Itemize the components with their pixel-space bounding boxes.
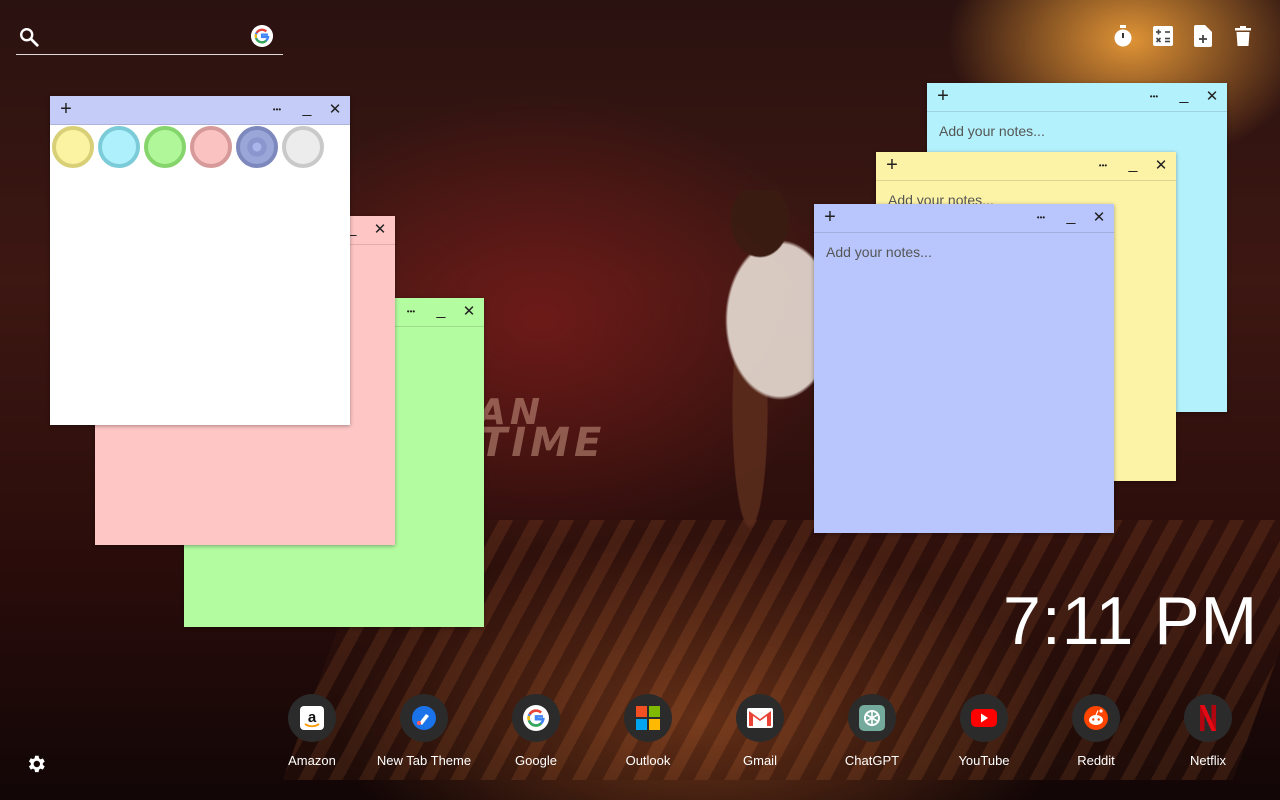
more-icon[interactable]: ••• bbox=[402, 302, 420, 320]
new-tab-theme-icon bbox=[400, 694, 448, 742]
shortcut-gmail[interactable]: Gmail bbox=[704, 694, 816, 768]
minimize-icon[interactable]: _ bbox=[1177, 87, 1191, 105]
stopwatch-icon[interactable] bbox=[1111, 24, 1134, 47]
note-add-icon[interactable] bbox=[1191, 24, 1214, 47]
shortcut-dock: a Amazon New Tab Theme Google Outlook Gm… bbox=[256, 694, 1264, 768]
minimize-icon[interactable]: _ bbox=[1064, 208, 1078, 226]
shortcut-reddit[interactable]: Reddit bbox=[1040, 694, 1152, 768]
gmail-icon bbox=[736, 694, 784, 742]
more-icon[interactable]: ••• bbox=[1094, 156, 1112, 174]
search-icon[interactable] bbox=[18, 26, 40, 48]
color-swatch-green[interactable] bbox=[144, 126, 186, 168]
shortcut-youtube[interactable]: YouTube bbox=[928, 694, 1040, 768]
shortcut-google[interactable]: Google bbox=[480, 694, 592, 768]
shortcut-label: Gmail bbox=[743, 753, 777, 768]
note-toolbar: + ••• _ ✕ bbox=[50, 96, 350, 125]
note-toolbar: + ••• _ ✕ bbox=[876, 152, 1176, 181]
shortcut-outlook[interactable]: Outlook bbox=[592, 694, 704, 768]
color-swatch-pink[interactable] bbox=[190, 126, 232, 168]
toolbar bbox=[1111, 24, 1254, 47]
color-swatch-cyan[interactable] bbox=[98, 126, 140, 168]
note-textarea[interactable] bbox=[824, 242, 1104, 523]
svg-text:a: a bbox=[308, 709, 317, 726]
shortcut-label: New Tab Theme bbox=[376, 753, 472, 768]
shortcut-label: Google bbox=[515, 753, 557, 768]
chatgpt-icon bbox=[848, 694, 896, 742]
shortcut-label: ChatGPT bbox=[844, 753, 900, 768]
close-icon[interactable]: ✕ bbox=[1205, 87, 1219, 105]
note-blue[interactable]: + ••• _ ✕ bbox=[814, 204, 1114, 533]
color-swatch-blue[interactable] bbox=[236, 126, 278, 168]
search-input[interactable] bbox=[52, 24, 246, 52]
note-white[interactable]: + ••• _ ✕ bbox=[50, 96, 350, 425]
minimize-icon[interactable]: _ bbox=[300, 100, 314, 118]
add-note-icon[interactable]: + bbox=[882, 154, 902, 176]
add-note-icon[interactable]: + bbox=[56, 98, 76, 120]
youtube-icon bbox=[960, 694, 1008, 742]
note-toolbar: + ••• _ ✕ bbox=[814, 204, 1114, 233]
color-swatch-gray[interactable] bbox=[282, 126, 324, 168]
close-icon[interactable]: ✕ bbox=[328, 100, 342, 118]
search-bar bbox=[16, 20, 283, 55]
more-icon[interactable]: ••• bbox=[1032, 208, 1050, 226]
gear-icon[interactable] bbox=[25, 753, 47, 775]
shortcut-label: Amazon bbox=[288, 753, 336, 768]
shortcut-label: Outlook bbox=[625, 753, 671, 768]
shortcut-netflix[interactable]: Netflix bbox=[1152, 694, 1264, 768]
background-text-line2: TIME bbox=[480, 420, 606, 466]
shortcut-chatgpt[interactable]: ChatGPT bbox=[816, 694, 928, 768]
minimize-icon[interactable]: _ bbox=[1126, 156, 1140, 174]
calculator-icon[interactable] bbox=[1151, 24, 1174, 47]
close-icon[interactable]: ✕ bbox=[462, 302, 476, 320]
clock: 7:11 PM bbox=[1003, 583, 1259, 659]
close-icon[interactable]: ✕ bbox=[373, 220, 387, 238]
shortcut-label: Reddit bbox=[1077, 753, 1115, 768]
trash-icon[interactable] bbox=[1231, 24, 1254, 47]
close-icon[interactable]: ✕ bbox=[1154, 156, 1168, 174]
shortcut-amazon[interactable]: a Amazon bbox=[256, 694, 368, 768]
shortcut-label: YouTube bbox=[958, 753, 1010, 768]
microsoft-icon bbox=[624, 694, 672, 742]
add-note-icon[interactable]: + bbox=[820, 206, 840, 228]
color-swatch-yellow[interactable] bbox=[52, 126, 94, 168]
add-note-icon[interactable]: + bbox=[933, 85, 953, 107]
shortcut-new-tab-theme[interactable]: New Tab Theme bbox=[368, 694, 480, 768]
close-icon[interactable]: ✕ bbox=[1092, 208, 1106, 226]
more-icon[interactable]: ••• bbox=[1145, 87, 1163, 105]
google-search-icon[interactable] bbox=[251, 25, 273, 47]
amazon-icon: a bbox=[288, 694, 336, 742]
reddit-icon bbox=[1072, 694, 1120, 742]
minimize-icon[interactable]: _ bbox=[434, 302, 448, 320]
more-icon[interactable]: ••• bbox=[268, 100, 286, 118]
google-icon bbox=[512, 694, 560, 742]
shortcut-label: Netflix bbox=[1189, 753, 1227, 768]
note-toolbar: + ••• _ ✕ bbox=[927, 83, 1227, 112]
netflix-icon bbox=[1184, 694, 1232, 742]
color-palette bbox=[52, 126, 324, 168]
